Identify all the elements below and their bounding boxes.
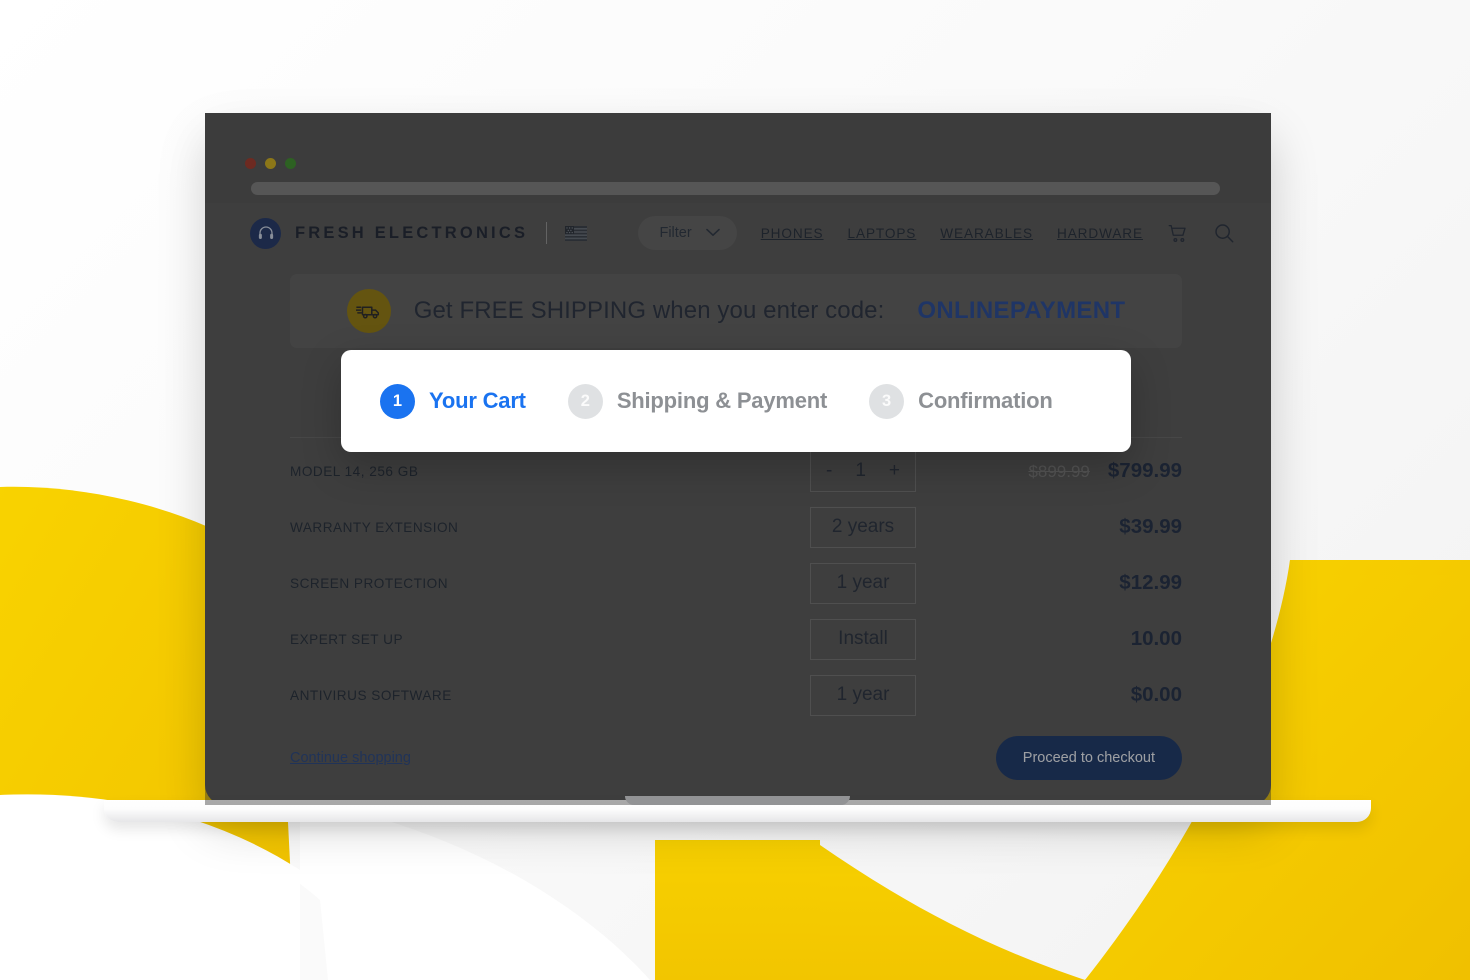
- cart-item-price-group: 10.00: [1131, 627, 1182, 651]
- current-price: $12.99: [1119, 571, 1182, 594]
- nav-link-wearables[interactable]: WEARABLES: [940, 226, 1033, 241]
- us-flag-icon[interactable]: [565, 225, 588, 241]
- quantity-increment-button[interactable]: +: [889, 460, 900, 482]
- current-price: $799.99: [1107, 459, 1182, 482]
- duration-select[interactable]: 1 year: [810, 674, 916, 716]
- quantity-stepper[interactable]: - 1 +: [810, 450, 916, 492]
- promo-text: Get FREE SHIPPING when you enter code:: [413, 297, 885, 324]
- nav-link-phones[interactable]: PHONES: [761, 226, 824, 241]
- cart-item-price-group: $12.99: [1119, 571, 1182, 595]
- table-row: SCREEN PROTECTION 1 year $12.99: [290, 555, 1182, 611]
- brand-divider: [546, 222, 548, 244]
- quantity-value: 1: [855, 460, 866, 481]
- table-row: EXPERT SET UP Install 10.00: [290, 611, 1182, 667]
- proceed-to-checkout-button[interactable]: Proceed to checkout: [995, 736, 1182, 780]
- cart-item-price-group: $0.00: [1131, 683, 1182, 707]
- step-number-badge: 2: [567, 383, 603, 419]
- cart-item-name: WARRANTY EXTENSION: [290, 519, 459, 535]
- nav-link-hardware[interactable]: HARDWARE: [1057, 226, 1143, 241]
- browser-viewport: FRESH ELECTRONICS Filter PHONES LAPTOPS …: [205, 113, 1271, 805]
- chevron-down-icon: [705, 225, 720, 241]
- cart-item-price-group: $899.99 $799.99: [1028, 459, 1182, 483]
- maximize-dot-icon[interactable]: [285, 158, 296, 169]
- table-row: WARRANTY EXTENSION 2 years $39.99: [290, 499, 1182, 555]
- site-header: FRESH ELECTRONICS Filter PHONES LAPTOPS …: [250, 209, 1235, 257]
- promo-code: ONLINEPAYMENT: [917, 297, 1126, 324]
- table-row: ANTIVIRUS SOFTWARE 1 year $0.00: [290, 667, 1182, 723]
- shopping-cart-icon[interactable]: [1167, 223, 1189, 244]
- current-price: 10.00: [1130, 627, 1182, 650]
- cart-item-list: MODEL 14, 256 GB - 1 + $899.99 $799.99 W…: [290, 443, 1182, 723]
- cart-item-name: ANTIVIRUS SOFTWARE: [290, 687, 452, 703]
- filter-dropdown[interactable]: Filter: [638, 216, 737, 250]
- quantity-decrement-button[interactable]: -: [826, 460, 832, 482]
- free-shipping-banner: Get FREE SHIPPING when you enter code: O…: [290, 274, 1182, 348]
- nav-link-laptops[interactable]: LAPTOPS: [848, 226, 917, 241]
- brand-block[interactable]: FRESH ELECTRONICS: [250, 217, 588, 249]
- search-icon[interactable]: [1213, 222, 1235, 244]
- brand-name: FRESH ELECTRONICS: [295, 223, 529, 242]
- current-price: $0.00: [1130, 683, 1182, 706]
- cart-actions: Continue shopping Proceed to checkout: [290, 733, 1182, 783]
- cart-item-name: EXPERT SET UP: [290, 631, 404, 647]
- step-label: Your Cart: [429, 388, 526, 413]
- checkout-stepper-modal: 1 Your Cart 2 Shipping & Payment 3 Confi…: [341, 350, 1131, 452]
- step-your-cart[interactable]: 1 Your Cart: [380, 383, 526, 419]
- browser-url-bar[interactable]: [251, 182, 1220, 195]
- step-number-badge: 3: [869, 383, 905, 419]
- current-price: $39.99: [1119, 515, 1182, 538]
- close-dot-icon[interactable]: [245, 158, 256, 169]
- delivery-truck-icon: [346, 289, 391, 333]
- step-number-badge: 1: [380, 383, 415, 419]
- step-label: Confirmation: [918, 388, 1053, 413]
- cart-item-price-group: $39.99: [1119, 515, 1182, 539]
- step-label: Shipping & Payment: [616, 388, 828, 413]
- window-controls: [245, 158, 296, 169]
- headphones-icon: [250, 217, 281, 249]
- main-navigation: Filter PHONES LAPTOPS WEARABLES HARDWARE: [638, 216, 1235, 250]
- duration-select[interactable]: 2 years: [810, 506, 916, 548]
- service-select[interactable]: Install: [810, 618, 916, 660]
- cart-item-name: SCREEN PROTECTION: [290, 575, 449, 591]
- minimize-dot-icon[interactable]: [265, 158, 276, 169]
- duration-select[interactable]: 1 year: [810, 562, 916, 604]
- step-shipping-payment[interactable]: 2 Shipping & Payment: [567, 383, 828, 419]
- original-price: $899.99: [1028, 462, 1090, 481]
- continue-shopping-link[interactable]: Continue shopping: [290, 750, 411, 766]
- filter-label: Filter: [659, 225, 692, 241]
- step-confirmation[interactable]: 3 Confirmation: [869, 383, 1053, 419]
- cart-item-name: MODEL 14, 256 GB: [290, 463, 419, 479]
